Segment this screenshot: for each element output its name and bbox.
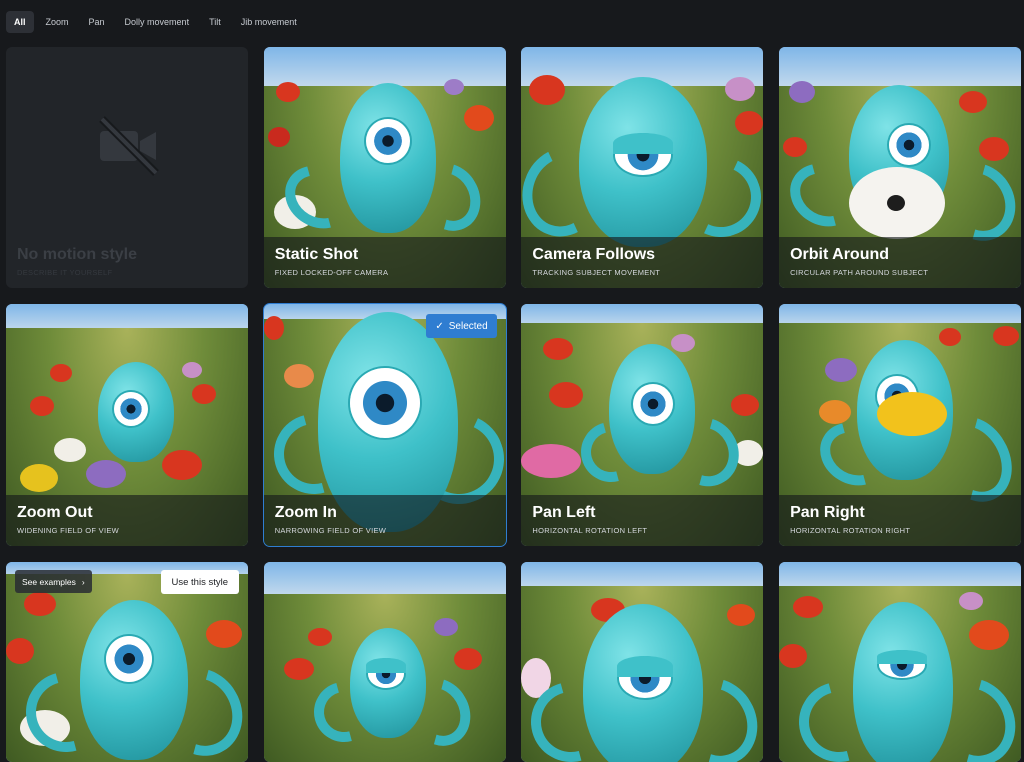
card-title: Camera Follows	[532, 246, 656, 263]
tab-all[interactable]: All	[6, 11, 34, 33]
video-off-icon	[99, 116, 159, 176]
tab-pan[interactable]: Pan	[81, 11, 113, 33]
card-caption: No motion style DESCRIBE IT YOURSELF	[6, 237, 248, 288]
card-orbit-around[interactable]: Orbit Around CIRCULAR PATH AROUND SUBJEC…	[779, 47, 1022, 288]
card-subtitle: CIRCULAR PATH AROUND SUBJECT	[790, 268, 929, 277]
card-caption: Zoom Out WIDENING FIELD OF VIEW	[6, 495, 248, 546]
card-style-12[interactable]	[779, 562, 1022, 762]
card-title: Pan Left	[532, 504, 596, 521]
card-style-9[interactable]: See examples › Use this style	[6, 562, 248, 762]
card-zoom-out[interactable]: Zoom Out WIDENING FIELD OF VIEW	[6, 304, 248, 546]
see-examples-button[interactable]: See examples ›	[15, 570, 92, 593]
card-title: Pan Right	[790, 504, 865, 521]
octopus-image	[521, 562, 764, 762]
card-subtitle: DESCRIBE IT YOURSELF	[17, 268, 113, 277]
card-title: Zoom In	[274, 504, 337, 521]
tab-jib-movement[interactable]: Jib movement	[233, 11, 305, 33]
card-caption: Static Shot FIXED LOCKED-OFF CAMERA	[263, 237, 506, 288]
chevron-right-icon: ›	[81, 576, 85, 587]
motion-style-grid: No motion style DESCRIBE IT YOURSELF Sta…	[6, 47, 1022, 762]
card-subtitle: HORIZONTAL ROTATION RIGHT	[790, 526, 911, 535]
card-pan-left[interactable]: Pan Left HORIZONTAL ROTATION LEFT	[521, 304, 764, 546]
card-style-10[interactable]	[263, 562, 506, 762]
card-subtitle: FIXED LOCKED-OFF CAMERA	[274, 268, 389, 277]
card-static-shot[interactable]: Static Shot FIXED LOCKED-OFF CAMERA	[263, 47, 506, 288]
card-caption: Pan Right HORIZONTAL ROTATION RIGHT	[779, 495, 1022, 546]
card-subtitle: NARROWING FIELD OF VIEW	[274, 526, 387, 535]
card-subtitle: HORIZONTAL ROTATION LEFT	[532, 526, 648, 535]
card-no-motion-style[interactable]: No motion style DESCRIBE IT YOURSELF	[6, 47, 248, 288]
octopus-image	[779, 562, 1022, 762]
card-title: Orbit Around	[790, 246, 890, 263]
card-subtitle: WIDENING FIELD OF VIEW	[17, 526, 120, 535]
see-examples-label: See examples	[22, 576, 76, 587]
tab-tilt[interactable]: Tilt	[201, 11, 229, 33]
octopus-image	[263, 562, 506, 762]
card-caption: Pan Left HORIZONTAL ROTATION LEFT	[521, 495, 764, 546]
card-zoom-in[interactable]: ✓ Selected Zoom In NARROWING FIELD OF VI…	[262, 303, 507, 547]
card-pan-right[interactable]: Pan Right HORIZONTAL ROTATION RIGHT	[779, 304, 1022, 546]
card-caption: Orbit Around CIRCULAR PATH AROUND SUBJEC…	[779, 237, 1022, 288]
use-this-style-button[interactable]: Use this style	[160, 570, 239, 594]
check-icon: ✓	[435, 320, 444, 332]
selected-badge: ✓ Selected	[426, 314, 497, 338]
card-caption: Zoom In NARROWING FIELD OF VIEW	[263, 495, 506, 546]
card-subtitle: TRACKING SUBJECT MOVEMENT	[532, 268, 661, 277]
card-caption: Camera Follows TRACKING SUBJECT MOVEMENT	[521, 237, 764, 288]
tab-zoom[interactable]: Zoom	[38, 11, 77, 33]
card-style-11[interactable]	[521, 562, 764, 762]
card-title: Zoom Out	[17, 504, 93, 521]
card-title: No motion style	[17, 246, 138, 263]
card-title: Static Shot	[274, 246, 359, 263]
card-camera-follows[interactable]: Camera Follows TRACKING SUBJECT MOVEMENT	[521, 47, 764, 288]
selected-label: Selected	[448, 320, 488, 332]
filter-tabs: All Zoom Pan Dolly movement Tilt Jib mov…	[6, 11, 305, 33]
tab-dolly-movement[interactable]: Dolly movement	[117, 11, 198, 33]
